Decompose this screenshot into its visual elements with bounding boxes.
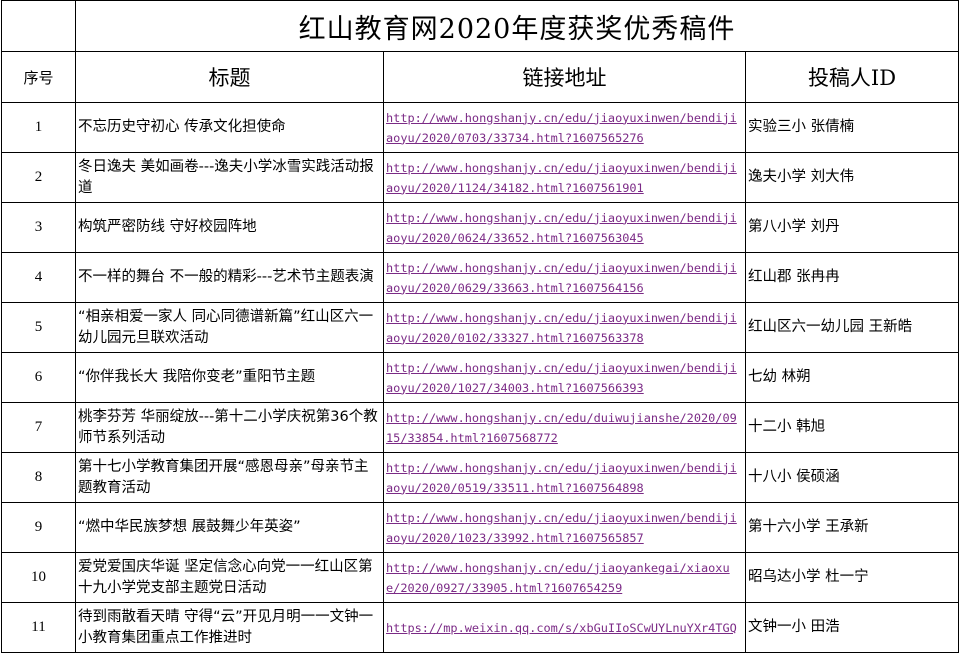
row-number-cell[interactable]: 3	[1, 202, 76, 253]
link-cell[interactable]: http://www.hongshanjy.cn/edu/jiaoyuxinwe…	[383, 202, 746, 253]
title-text: 构筑严密防线 守好校园阵地	[78, 219, 257, 235]
row-number-cell[interactable]: 5	[1, 302, 76, 353]
title-text: 冬日逸夫 美如画卷---逸夫小学冰雪实践活动报道	[78, 158, 374, 196]
table-row: 11 待到雨散看天晴 守得“云”开见月明一一文钟一小教育集团重点工作推进时 http…	[1, 602, 959, 653]
title-text: 第十七小学教育集团开展“感恩母亲”母亲节主题教育活动	[78, 458, 369, 496]
title-spacer-cell[interactable]	[1, 0, 76, 52]
table-row: 1 不忘历史守初心 传承文化担使命 http://www.hongshanjy.cn…	[1, 102, 959, 153]
row-number-cell[interactable]: 9	[1, 502, 76, 553]
row-number-cell[interactable]: 8	[1, 452, 76, 503]
header-no[interactable]: 序号	[1, 51, 76, 103]
author-text: 红山区六一幼儿园 王新皓	[748, 319, 913, 335]
spreadsheet: 红山教育网2020年度获奖优秀稿件 序号 标题 链接地址 投稿人ID 1 不忘历史…	[1, 0, 959, 657]
author-text: 实验三小 张倩楠	[748, 119, 855, 135]
title-text: “你伴我长大 我陪你变老”重阳节主题	[78, 369, 316, 385]
header-title[interactable]: 标题	[75, 51, 384, 103]
table-row: 9 “燃中华民族梦想 展鼓舞少年英姿” http://www.hongshanjy.…	[1, 502, 959, 553]
row-number-cell[interactable]: 2	[1, 152, 76, 203]
author-cell[interactable]: 十八小 侯硕涵	[744, 452, 959, 503]
table-row: 10 爱党爱国庆华诞 坚定信念心向党一一红山区第十九小学党支部主题党日活动 http…	[1, 552, 959, 603]
title-cell[interactable]: 爱党爱国庆华诞 坚定信念心向党一一红山区第十九小学党支部主题党日活动	[75, 552, 384, 603]
title-text: “相亲相爱一家人 同心同德谱新篇”红山区六一幼儿园元旦联欢活动	[78, 308, 374, 346]
row-number-cell[interactable]: 11	[1, 602, 76, 653]
sheet-title[interactable]: 红山教育网2020年度获奖优秀稿件	[74, 0, 959, 52]
title-cell[interactable]: 待到雨散看天晴 守得“云”开见月明一一文钟一小教育集团重点工作推进时	[75, 602, 384, 653]
table-row: 8 第十七小学教育集团开展“感恩母亲”母亲节主题教育活动 http://www.ho…	[1, 452, 959, 503]
title-text: 爱党爱国庆华诞 坚定信念心向党一一红山区第十九小学党支部主题党日活动	[78, 558, 373, 596]
author-cell[interactable]: 红山区六一幼儿园 王新皓	[744, 302, 959, 353]
hyperlink[interactable]: https://mp.weixin.qq.com/s/xbGuIIoSCwUYL…	[386, 618, 743, 638]
author-text: 逸夫小学 刘大伟	[748, 169, 855, 185]
title-text: 待到雨散看天晴 守得“云”开见月明一一文钟一小教育集团重点工作推进时	[78, 608, 374, 646]
link-cell[interactable]: http://www.hongshanjy.cn/edu/jiaoyuxinwe…	[383, 252, 746, 303]
hyperlink[interactable]: http://www.hongshanjy.cn/edu/jiaoyankega…	[386, 558, 743, 598]
link-cell[interactable]: http://www.hongshanjy.cn/edu/jiaoyankega…	[383, 552, 746, 603]
link-cell[interactable]: https://mp.weixin.qq.com/s/xbGuIIoSCwUYL…	[383, 602, 746, 653]
table-row: 7 桃李芬芳 华丽绽放---第十二小学庆祝第36个教师节系列活动 http://ww…	[1, 402, 959, 453]
title-cell[interactable]: 不忘历史守初心 传承文化担使命	[75, 102, 384, 153]
header-author[interactable]: 投稿人ID	[744, 51, 959, 103]
table-row: 2 冬日逸夫 美如画卷---逸夫小学冰雪实践活动报道 http://www.hong…	[1, 152, 959, 203]
header-row: 序号 标题 链接地址 投稿人ID	[1, 51, 959, 103]
author-text: 昭乌达小学 杜一宁	[748, 569, 869, 585]
title-cell[interactable]: 构筑严密防线 守好校园阵地	[75, 202, 384, 253]
author-cell[interactable]: 第八小学 刘丹	[744, 202, 959, 253]
hyperlink[interactable]: http://www.hongshanjy.cn/edu/jiaoyuxinwe…	[386, 508, 743, 548]
link-cell[interactable]: http://www.hongshanjy.cn/edu/jiaoyuxinwe…	[383, 502, 746, 553]
title-cell[interactable]: “燃中华民族梦想 展鼓舞少年英姿”	[75, 502, 384, 553]
table-row: 3 构筑严密防线 守好校园阵地 http://www.hongshanjy.cn/e…	[1, 202, 959, 253]
author-cell[interactable]: 实验三小 张倩楠	[744, 102, 959, 153]
row-number-cell[interactable]: 7	[1, 402, 76, 453]
title-text: 不一样的舞台 不一般的精彩---艺术节主题表演	[78, 269, 374, 285]
hyperlink[interactable]: http://www.hongshanjy.cn/edu/jiaoyuxinwe…	[386, 108, 743, 148]
link-cell[interactable]: http://www.hongshanjy.cn/edu/jiaoyuxinwe…	[383, 352, 746, 403]
author-text: 十二小 韩旭	[748, 419, 826, 435]
author-cell[interactable]: 十二小 韩旭	[744, 402, 959, 453]
hyperlink[interactable]: http://www.hongshanjy.cn/edu/jiaoyuxinwe…	[386, 158, 743, 198]
title-text: 桃李芬芳 华丽绽放---第十二小学庆祝第36个教师节系列活动	[78, 408, 378, 446]
row-number-cell[interactable]: 4	[1, 252, 76, 303]
author-text: 红山郡 张冉冉	[748, 269, 840, 285]
row-number-cell[interactable]: 10	[1, 552, 76, 603]
link-cell[interactable]: http://www.hongshanjy.cn/edu/jiaoyuxinwe…	[383, 102, 746, 153]
table-row: 5 “相亲相爱一家人 同心同德谱新篇”红山区六一幼儿园元旦联欢活动 http://w…	[1, 302, 959, 353]
table-row: 4 不一样的舞台 不一般的精彩---艺术节主题表演 http://www.hongs…	[1, 252, 959, 303]
row-number-cell[interactable]: 1	[1, 102, 76, 153]
author-cell[interactable]: 红山郡 张冉冉	[744, 252, 959, 303]
author-text: 第十六小学 王承新	[748, 519, 869, 535]
link-cell[interactable]: http://www.hongshanjy.cn/edu/duiwujiansh…	[383, 402, 746, 453]
table-row: 6 “你伴我长大 我陪你变老”重阳节主题 http://www.hongshanjy…	[1, 352, 959, 403]
title-cell[interactable]: 桃李芬芳 华丽绽放---第十二小学庆祝第36个教师节系列活动	[75, 402, 384, 453]
title-cell[interactable]: 冬日逸夫 美如画卷---逸夫小学冰雪实践活动报道	[75, 152, 384, 203]
title-row: 红山教育网2020年度获奖优秀稿件	[1, 0, 959, 52]
link-cell[interactable]: http://www.hongshanjy.cn/edu/jiaoyuxinwe…	[383, 452, 746, 503]
hyperlink[interactable]: http://www.hongshanjy.cn/edu/duiwujiansh…	[386, 408, 743, 448]
author-cell[interactable]: 第十六小学 王承新	[744, 502, 959, 553]
author-text: 第八小学 刘丹	[748, 219, 840, 235]
hyperlink[interactable]: http://www.hongshanjy.cn/edu/jiaoyuxinwe…	[386, 308, 743, 348]
author-text: 文钟一小 田浩	[748, 619, 840, 635]
hyperlink[interactable]: http://www.hongshanjy.cn/edu/jiaoyuxinwe…	[386, 258, 743, 298]
author-cell[interactable]: 七幼 林朔	[744, 352, 959, 403]
hyperlink[interactable]: http://www.hongshanjy.cn/edu/jiaoyuxinwe…	[386, 358, 743, 398]
link-cell[interactable]: http://www.hongshanjy.cn/edu/jiaoyuxinwe…	[383, 302, 746, 353]
awards-table: 红山教育网2020年度获奖优秀稿件 序号 标题 链接地址 投稿人ID 1 不忘历史…	[1, 0, 959, 653]
author-cell[interactable]: 逸夫小学 刘大伟	[744, 152, 959, 203]
title-text: “燃中华民族梦想 展鼓舞少年英姿”	[78, 519, 301, 535]
title-cell[interactable]: 不一样的舞台 不一般的精彩---艺术节主题表演	[75, 252, 384, 303]
author-text: 七幼 林朔	[748, 369, 811, 385]
title-cell[interactable]: “相亲相爱一家人 同心同德谱新篇”红山区六一幼儿园元旦联欢活动	[75, 302, 384, 353]
author-cell[interactable]: 昭乌达小学 杜一宁	[744, 552, 959, 603]
author-cell[interactable]: 文钟一小 田浩	[744, 602, 959, 653]
title-cell[interactable]: 第十七小学教育集团开展“感恩母亲”母亲节主题教育活动	[75, 452, 384, 503]
header-link[interactable]: 链接地址	[383, 51, 746, 103]
row-number-cell[interactable]: 6	[1, 352, 76, 403]
link-cell[interactable]: http://www.hongshanjy.cn/edu/jiaoyuxinwe…	[383, 152, 746, 203]
hyperlink[interactable]: http://www.hongshanjy.cn/edu/jiaoyuxinwe…	[386, 458, 743, 498]
author-text: 十八小 侯硕涵	[748, 469, 840, 485]
hyperlink[interactable]: http://www.hongshanjy.cn/edu/jiaoyuxinwe…	[386, 208, 743, 248]
title-cell[interactable]: “你伴我长大 我陪你变老”重阳节主题	[75, 352, 384, 403]
title-text: 不忘历史守初心 传承文化担使命	[78, 119, 286, 135]
